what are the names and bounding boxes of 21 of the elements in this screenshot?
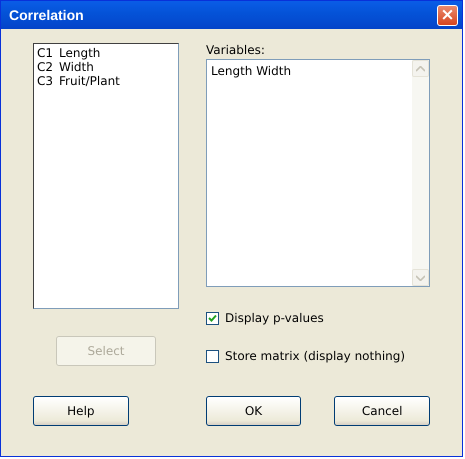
dialog-button[interactable]: Help bbox=[33, 396, 129, 426]
variables-label: Variables: bbox=[206, 43, 266, 59]
window-title: Correlation bbox=[9, 7, 84, 23]
option-label[interactable]: Display p-values bbox=[225, 311, 324, 325]
column-name[interactable]: Width bbox=[59, 60, 94, 74]
checkbox[interactable] bbox=[206, 312, 219, 324]
scrollbar[interactable] bbox=[412, 60, 429, 286]
column-id[interactable]: C1 bbox=[37, 46, 59, 60]
column-name[interactable]: Fruit/Plant bbox=[59, 74, 120, 88]
dialog-button[interactable]: OK bbox=[206, 396, 302, 426]
option-label[interactable]: Store matrix (display nothing) bbox=[225, 349, 406, 363]
variables-value: Length Width bbox=[211, 63, 292, 80]
column-list[interactable]: C1 Length C2 Width C3 Fruit/Plant bbox=[33, 43, 179, 309]
column-name[interactable]: Length bbox=[59, 46, 100, 60]
checkbox[interactable] bbox=[206, 350, 219, 362]
column-id[interactable]: C2 bbox=[37, 60, 59, 74]
scroll-up-icon[interactable] bbox=[412, 60, 429, 77]
scroll-down-icon[interactable] bbox=[412, 269, 429, 286]
variables-field[interactable]: Length Width bbox=[206, 59, 430, 287]
dialog-button[interactable]: Cancel bbox=[334, 396, 430, 426]
column-id[interactable]: C3 bbox=[37, 74, 59, 88]
